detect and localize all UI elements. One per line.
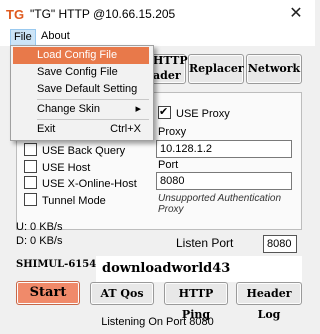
- upload-speed: U: 0 KB/s: [16, 221, 63, 233]
- port-input[interactable]: 8080: [156, 172, 292, 190]
- menu-separator: [37, 119, 149, 120]
- network-button[interactable]: Network: [246, 54, 302, 84]
- start-button[interactable]: Start: [16, 281, 80, 305]
- title-bar: TG "TG" HTTP @10.66.15.205 ✕: [0, 0, 315, 29]
- menu-item-label: Save Config File: [37, 66, 118, 78]
- use-host-checkbox[interactable]: USE Host: [24, 160, 90, 176]
- tunnel-mode-label: Tunnel Mode: [42, 195, 106, 207]
- menu-item-shortcut: Ctrl+X: [110, 123, 141, 135]
- watermark-text: downloadworld43: [102, 261, 231, 276]
- use-proxy-label: USE Proxy: [176, 108, 230, 120]
- use-proxy-checkbox[interactable]: USE Proxy: [158, 104, 230, 122]
- checkbox-box[interactable]: [24, 160, 37, 173]
- menu-item-label: Save Default Setting: [37, 83, 138, 95]
- watermark-box: downloadworld43: [96, 256, 302, 282]
- menu-item-save-config[interactable]: Save Config File: [13, 64, 149, 81]
- menu-about[interactable]: About: [38, 29, 73, 44]
- checkbox-checked-icon[interactable]: [158, 104, 171, 120]
- http-header-label-bottom: ader: [153, 69, 181, 82]
- checkbox-box[interactable]: [24, 143, 37, 156]
- listen-port-input[interactable]: 8080: [263, 235, 297, 253]
- http-header-label-top: HTTP: [153, 54, 188, 67]
- listen-port-label: Listen Port: [176, 236, 234, 250]
- use-x-online-host-checkbox[interactable]: USE X-Online-Host: [24, 176, 137, 192]
- menu-item-exit[interactable]: Exit Ctrl+X: [13, 121, 149, 138]
- use-x-online-host-label: USE X-Online-Host: [42, 178, 137, 190]
- menu-item-save-default[interactable]: Save Default Setting: [13, 81, 149, 98]
- menu-item-label: Change Skin: [37, 103, 100, 115]
- menu-separator: [37, 99, 149, 100]
- use-back-query-label: USE Back Query: [42, 145, 126, 157]
- header-log-button[interactable]: Header Log: [236, 282, 302, 321]
- proxy-input[interactable]: 10.128.1.2: [156, 140, 292, 158]
- use-back-query-checkbox[interactable]: USE Back Query: [24, 143, 125, 159]
- auth-note: Unsupported Authentication Proxy: [158, 193, 282, 215]
- status-bar: Listening On Port 8080: [101, 316, 214, 328]
- file-menu-dropdown: Load Config File Save Config File Save D…: [10, 45, 154, 141]
- use-host-label: USE Host: [42, 162, 91, 174]
- download-speed: D: 0 KB/s: [16, 235, 63, 247]
- window-title: "TG" HTTP @10.66.15.205: [30, 7, 176, 21]
- menu-item-label: Load Config File: [37, 49, 118, 61]
- close-icon[interactable]: ✕: [277, 0, 315, 28]
- menu-file[interactable]: File: [10, 29, 36, 46]
- port-label: Port: [158, 159, 179, 171]
- http-ping-button[interactable]: HTTP Ping: [164, 282, 228, 321]
- replacer-button[interactable]: Replacer: [188, 54, 244, 84]
- menu-item-label: Exit: [37, 123, 56, 135]
- checkbox-box[interactable]: [24, 176, 37, 189]
- menu-item-change-skin[interactable]: Change Skin ▸: [13, 101, 149, 118]
- svg-text:TG: TG: [6, 7, 24, 22]
- menu-bar: File About: [0, 28, 315, 46]
- menu-item-load-config[interactable]: Load Config File: [13, 47, 149, 64]
- checkbox-box[interactable]: [24, 193, 37, 206]
- at-qos-button[interactable]: AT Qos: [90, 282, 154, 305]
- app-icon: TG: [6, 6, 24, 22]
- tunnel-mode-checkbox[interactable]: Tunnel Mode: [24, 193, 106, 209]
- submenu-arrow-icon: ▸: [135, 103, 141, 115]
- proxy-label: Proxy: [158, 126, 187, 138]
